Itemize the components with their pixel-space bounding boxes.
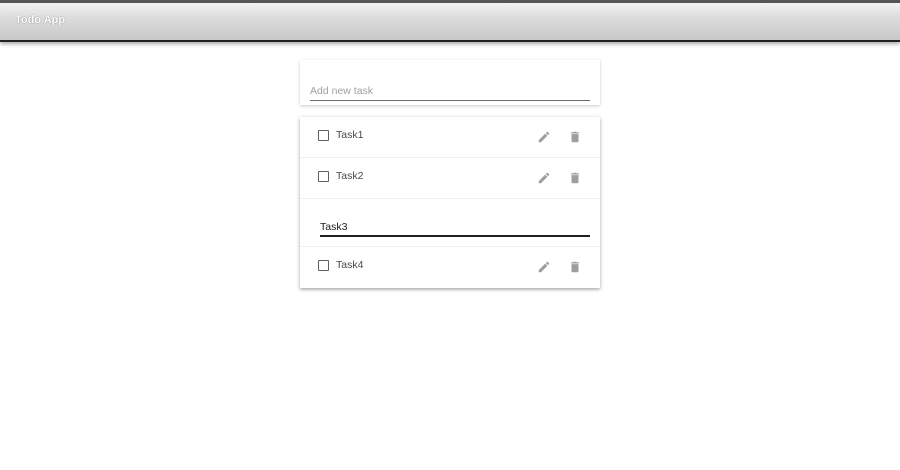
task-row: Task4: [300, 247, 600, 288]
trash-icon[interactable]: [568, 130, 582, 144]
app-bar: Todo App: [0, 0, 900, 42]
pencil-icon[interactable]: [537, 260, 551, 274]
task-row: Task2: [300, 158, 600, 199]
trash-icon[interactable]: [568, 260, 582, 274]
trash-icon[interactable]: [568, 171, 582, 185]
task-edit-row: [300, 199, 600, 247]
pencil-icon[interactable]: [537, 130, 551, 144]
task-checkbox[interactable]: [318, 260, 329, 271]
task-edit-input[interactable]: [320, 218, 590, 237]
task-list: Task1 Task2 Task4: [300, 117, 600, 288]
task-checkbox[interactable]: [318, 130, 329, 141]
task-label: Task1: [336, 129, 364, 141]
task-checkbox[interactable]: [318, 171, 329, 182]
task-label: Task4: [336, 259, 364, 271]
pencil-icon[interactable]: [537, 171, 551, 185]
new-task-input[interactable]: [310, 82, 590, 101]
new-task-card: [300, 60, 600, 105]
task-label: Task2: [336, 170, 364, 182]
app-title: Todo App: [15, 14, 66, 26]
task-row: Task1: [300, 117, 600, 158]
